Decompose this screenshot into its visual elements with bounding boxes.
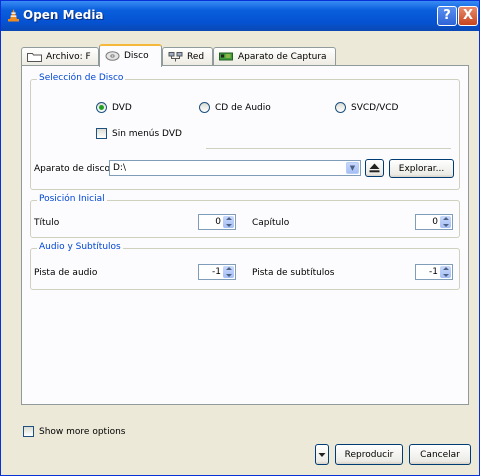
network-icon [168,52,183,62]
no-dvd-menus-label[interactable]: Sin menús DVD [112,129,182,139]
help-button[interactable]: ? [437,6,457,26]
divider [206,148,451,149]
radio-dvd[interactable] [96,102,107,113]
cancel-button-label: Cancelar [420,449,460,460]
audio-track-spinbox[interactable]: -1 [198,264,236,280]
show-more-options-checkbox[interactable] [23,426,34,437]
audio-subtitles-group: Audio y Subtítulos Pista de audio -1 Pis… [30,242,460,290]
audio-track-value: -1 [212,267,221,277]
folder-icon [27,53,42,62]
tab-file-label: Archivo: F [46,52,91,62]
spin-arrows-icon[interactable] [223,216,234,228]
chapter-label: Capítulo [252,218,290,228]
tab-file[interactable]: Archivo: F [21,47,99,66]
chapter-spinbox[interactable]: 0 [415,214,453,230]
disc-panel: Selección de Disco DVD CD de Audio SVCD/… [21,65,469,405]
spin-arrows-icon[interactable] [440,216,451,228]
title-spinbox[interactable]: 0 [198,214,236,230]
chevron-down-icon [318,453,326,457]
play-options-dropdown[interactable] [315,444,329,465]
tab-disc-label: Disco [124,51,149,61]
radio-dvd-label[interactable]: DVD [112,103,132,113]
audio-track-label: Pista de audio [34,268,98,278]
tab-network[interactable]: Red [162,47,213,66]
tab-capture[interactable]: Aparato de Captura [213,47,336,66]
eject-button[interactable] [365,159,384,177]
play-button[interactable]: Reproducir [335,444,403,465]
eject-icon [369,163,380,173]
start-position-title: Posición Inicial [37,194,107,204]
disc-selection-title: Selección de Disco [37,73,126,83]
play-button-label: Reproducir [344,449,394,460]
disc-device-value: D:\ [113,163,126,173]
subtitle-track-spinbox[interactable]: -1 [415,264,453,280]
browse-button-label: Explorar... [398,163,445,174]
subtitle-track-value: -1 [429,267,438,277]
chapter-value: 0 [432,217,438,227]
disc-device-label: Aparato de disco [34,164,110,174]
title-value: 0 [215,217,221,227]
spin-arrows-icon[interactable] [440,266,451,278]
radio-audio-cd-label[interactable]: CD de Audio [215,103,271,113]
cancel-button[interactable]: Cancelar [409,444,471,465]
subtitle-track-label: Pista de subtítulos [252,268,335,278]
close-button[interactable]: X [458,6,478,26]
tab-disc[interactable]: Disco [99,44,162,67]
start-position-group: Posición Inicial Título 0 Capítulo 0 [30,194,460,238]
show-more-options-label[interactable]: Show more options [39,427,125,437]
title-bar[interactable]: Open Media ? X [1,1,479,31]
vlc-cone-icon [8,9,19,22]
disc-icon [105,51,120,61]
no-dvd-menus-checkbox[interactable] [96,128,107,139]
disc-device-combo[interactable]: D:\ ▼ [109,160,361,176]
chevron-down-icon[interactable]: ▼ [346,162,359,174]
tab-network-label: Red [187,52,205,62]
tab-capture-label: Aparato de Captura [238,52,327,62]
open-media-window: Open Media ? X Archivo: F Disco Red Apar… [0,0,480,476]
radio-audio-cd[interactable] [199,102,210,113]
radio-svcd-vcd[interactable] [335,102,346,113]
window-title: Open Media [23,8,104,22]
capture-card-icon [219,52,233,61]
radio-svcd-vcd-label[interactable]: SVCD/VCD [351,103,399,113]
disc-selection-group: Selección de Disco DVD CD de Audio SVCD/… [30,73,460,190]
browse-button[interactable]: Explorar... [389,159,454,178]
audio-subtitles-title: Audio y Subtítulos [37,242,123,252]
spin-arrows-icon[interactable] [223,266,234,278]
title-label: Título [34,218,60,228]
